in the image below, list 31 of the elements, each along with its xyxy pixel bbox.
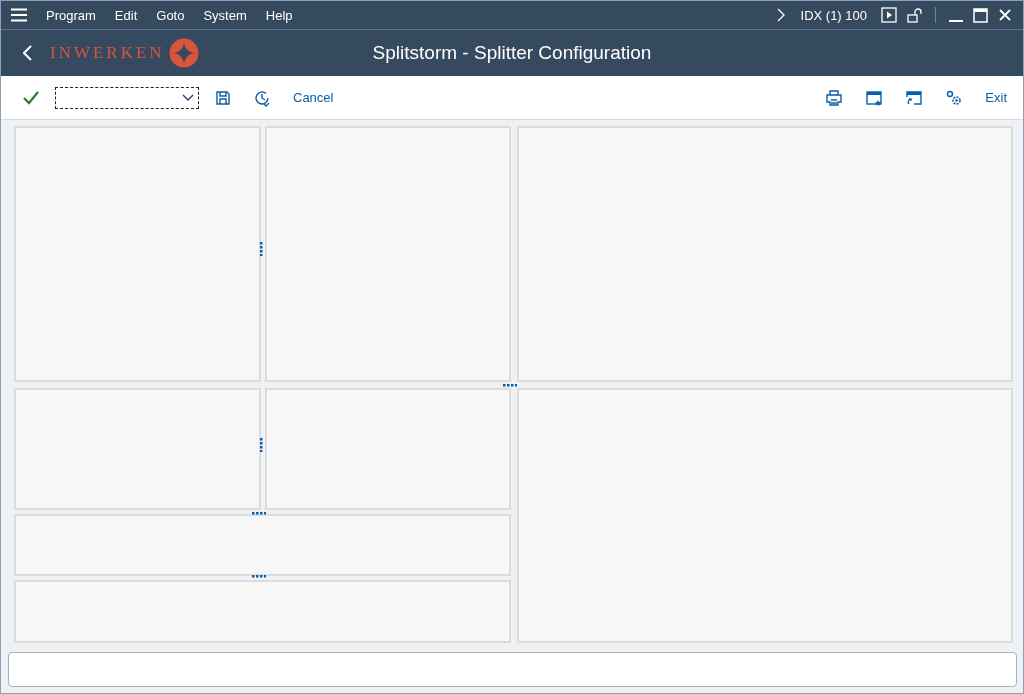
settings-icon (945, 88, 964, 107)
save-icon (215, 89, 231, 106)
menu-item[interactable]: Goto (156, 7, 185, 23)
menu-item[interactable]: System (203, 7, 247, 23)
system-info: IDX (1) 100 (800, 7, 867, 23)
splitter-handle-icon[interactable] (503, 383, 517, 387)
window-title: Splitstorm - Splitter Configuration (371, 42, 653, 64)
maximize-icon[interactable] (973, 7, 988, 23)
menu-item[interactable]: Help (265, 7, 293, 23)
menu-item[interactable]: Edit (114, 7, 138, 23)
menu-icon[interactable] (11, 8, 27, 22)
logo-text: INWERKEN (50, 43, 165, 63)
menu-item[interactable]: Program (46, 7, 96, 23)
unlock-icon[interactable] (907, 7, 923, 23)
logo-icon (168, 38, 199, 68)
splitter-handle-icon[interactable] (260, 242, 263, 256)
print-icon (825, 88, 844, 107)
window-arrow-icon (905, 88, 924, 107)
toolbar-button[interactable]: Exit (981, 86, 1011, 109)
splitter-handle-icon[interactable] (252, 511, 266, 515)
dropdown-caret-icon[interactable] (182, 93, 194, 102)
play-icon[interactable] (881, 7, 897, 23)
close-icon[interactable] (999, 9, 1011, 21)
chevron-right-icon[interactable] (776, 8, 785, 22)
toolbar-button[interactable]: Cancel (289, 86, 338, 109)
clock-icon (253, 88, 271, 107)
command-field[interactable] (55, 86, 199, 109)
splitter-handle-icon[interactable] (260, 437, 263, 452)
checkmark-icon[interactable] (23, 90, 39, 105)
back-icon[interactable] (23, 45, 32, 61)
splitter-handle-icon[interactable] (252, 574, 266, 578)
